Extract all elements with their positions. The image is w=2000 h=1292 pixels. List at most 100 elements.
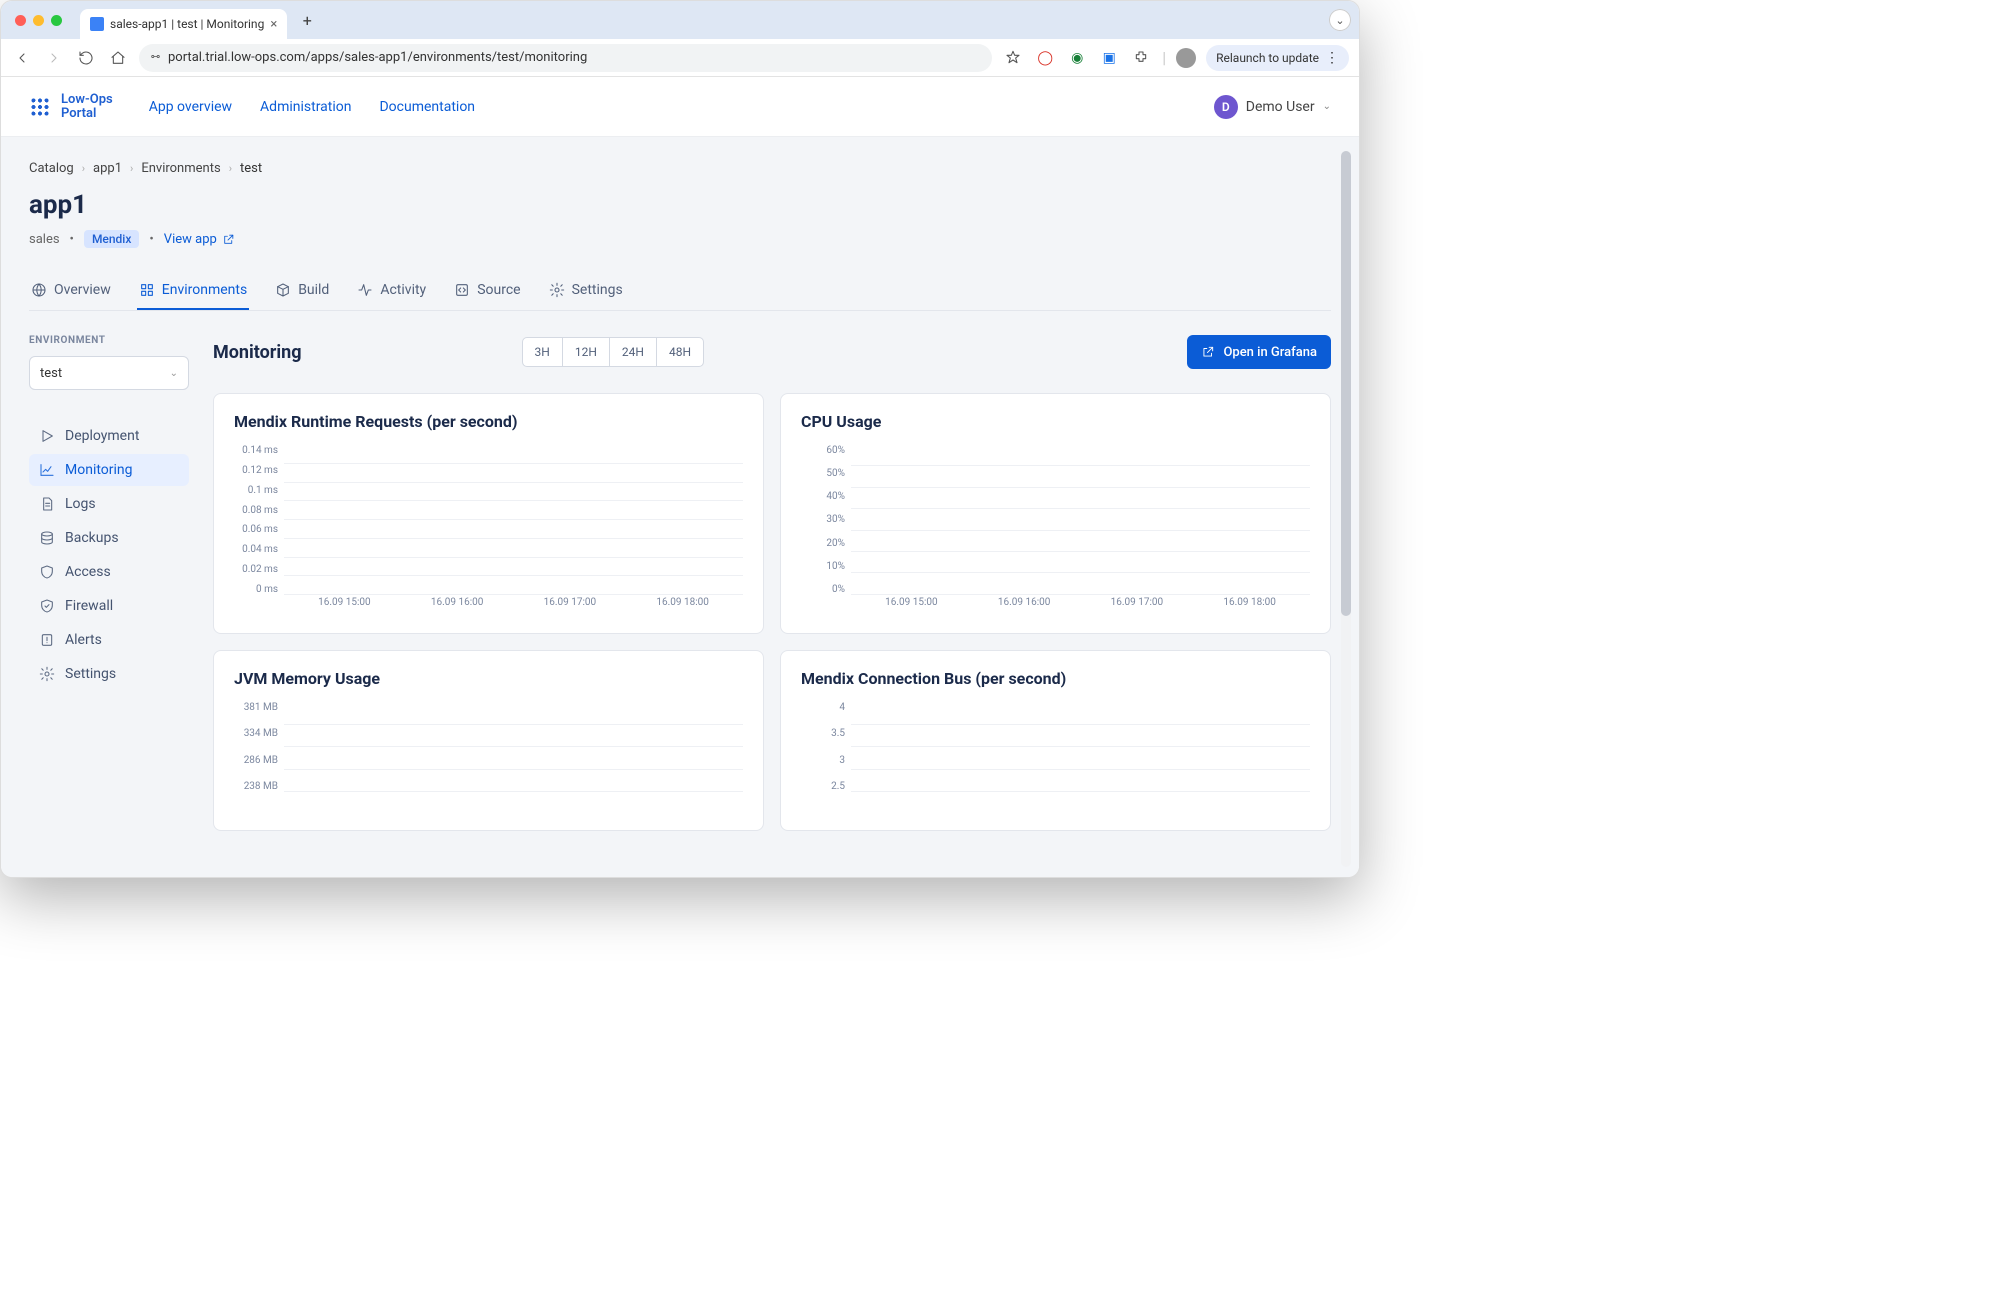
sidebar-item-monitoring[interactable]: Monitoring bbox=[29, 454, 189, 486]
tab-environments[interactable]: Environments bbox=[137, 272, 249, 310]
site-info-icon[interactable] bbox=[149, 50, 162, 66]
tab-overflow-button[interactable]: ⌄ bbox=[1329, 9, 1351, 31]
range-12h[interactable]: 12H bbox=[562, 337, 610, 367]
crumb-catalog[interactable]: Catalog bbox=[29, 161, 74, 176]
browser-tab-title: sales-app1 | test | Monitoring bbox=[110, 17, 264, 31]
sidebar-item-backups[interactable]: Backups bbox=[29, 522, 189, 554]
relaunch-label: Relaunch to update bbox=[1216, 51, 1319, 65]
tab-settings[interactable]: Settings bbox=[547, 272, 625, 310]
extension-icon[interactable]: ◉ bbox=[1066, 47, 1088, 69]
chart-title: JVM Memory Usage bbox=[234, 669, 743, 688]
user-menu[interactable]: D Demo User ⌄ bbox=[1214, 95, 1331, 119]
new-tab-button[interactable]: + bbox=[295, 8, 319, 32]
chart-area: 43.532.5 bbox=[801, 702, 1310, 812]
tab-build[interactable]: Build bbox=[273, 272, 331, 310]
section-title: Monitoring bbox=[213, 342, 302, 363]
chart-title: Mendix Runtime Requests (per second) bbox=[234, 412, 743, 431]
x-axis bbox=[851, 794, 1310, 812]
tab-source[interactable]: Source bbox=[452, 272, 522, 310]
chart-card-jvm: JVM Memory Usage 381 MB334 MB286 MB238 M… bbox=[213, 650, 764, 831]
address-bar[interactable]: portal.trial.low-ops.com/apps/sales-app1… bbox=[139, 44, 992, 72]
relaunch-button[interactable]: Relaunch to update ⋮ bbox=[1206, 45, 1349, 71]
sidebar-item-firewall[interactable]: Firewall bbox=[29, 590, 189, 622]
extension-icon[interactable]: ◯ bbox=[1034, 47, 1056, 69]
close-window-icon[interactable] bbox=[15, 15, 26, 26]
chart-area: 0.14 ms0.12 ms0.1 ms0.08 ms0.06 ms0.04 m… bbox=[234, 445, 743, 615]
forward-button[interactable] bbox=[43, 47, 65, 69]
url-text: portal.trial.low-ops.com/apps/sales-app1… bbox=[168, 50, 587, 65]
chevron-down-icon: ⌄ bbox=[1323, 101, 1331, 112]
brand-text: Low-OpsPortal bbox=[61, 93, 113, 120]
cube-icon bbox=[275, 282, 291, 298]
chart-bars bbox=[284, 702, 743, 792]
maximize-window-icon[interactable] bbox=[51, 15, 62, 26]
profile-avatar-icon[interactable] bbox=[1176, 48, 1196, 68]
chart-title: Mendix Connection Bus (per second) bbox=[801, 669, 1310, 688]
crumb-app[interactable]: app1 bbox=[93, 161, 122, 176]
extensions-button[interactable] bbox=[1130, 47, 1152, 69]
x-axis: 16.09 15:0016.09 16:0016.09 17:0016.09 1… bbox=[851, 597, 1310, 615]
range-3h[interactable]: 3H bbox=[522, 337, 563, 367]
gear-icon bbox=[549, 282, 565, 298]
view-app-link[interactable]: View app bbox=[164, 232, 235, 247]
nav-documentation[interactable]: Documentation bbox=[379, 99, 475, 115]
chart-title: CPU Usage bbox=[801, 412, 1310, 431]
sidebar-nav: Deployment Monitoring Logs Backups bbox=[29, 420, 189, 690]
env-selected: test bbox=[40, 366, 62, 381]
chevron-down-icon: ⌄ bbox=[170, 368, 178, 379]
browser-tab[interactable]: sales-app1 | test | Monitoring × bbox=[80, 9, 287, 39]
bookmark-icon[interactable] bbox=[1002, 47, 1024, 69]
chart-area: 381 MB334 MB286 MB238 MB bbox=[234, 702, 743, 812]
reload-button[interactable] bbox=[75, 47, 97, 69]
nav-administration[interactable]: Administration bbox=[260, 99, 351, 115]
page-subline: sales • Mendix • View app bbox=[29, 230, 1331, 248]
globe-icon bbox=[31, 282, 47, 298]
x-axis: 16.09 15:0016.09 16:0016.09 17:0016.09 1… bbox=[284, 597, 743, 615]
sidebar-item-deployment[interactable]: Deployment bbox=[29, 420, 189, 452]
browser-tabbar: sales-app1 | test | Monitoring × + ⌄ bbox=[1, 1, 1359, 39]
play-icon bbox=[39, 428, 55, 444]
external-link-icon bbox=[222, 233, 235, 246]
back-button[interactable] bbox=[11, 47, 33, 69]
range-48h[interactable]: 48H bbox=[656, 337, 704, 367]
environment-select[interactable]: test ⌄ bbox=[29, 356, 189, 390]
open-grafana-button[interactable]: Open in Grafana bbox=[1187, 335, 1331, 369]
y-axis: 0.14 ms0.12 ms0.1 ms0.08 ms0.06 ms0.04 m… bbox=[234, 445, 284, 595]
gear-icon bbox=[39, 666, 55, 682]
chart-bars bbox=[851, 702, 1310, 792]
y-axis: 43.532.5 bbox=[801, 702, 851, 792]
crumb-test[interactable]: test bbox=[240, 161, 262, 176]
x-axis bbox=[284, 794, 743, 812]
tech-badge[interactable]: Mendix bbox=[84, 230, 139, 248]
menu-icon[interactable]: ⋮ bbox=[1325, 50, 1339, 66]
chart-card-bus: Mendix Connection Bus (per second) 43.53… bbox=[780, 650, 1331, 831]
tab-close-icon[interactable]: × bbox=[270, 17, 277, 32]
extension-icon[interactable]: ▣ bbox=[1098, 47, 1120, 69]
crumb-env[interactable]: Environments bbox=[141, 161, 220, 176]
chart-card-requests: Mendix Runtime Requests (per second) 0.1… bbox=[213, 393, 764, 634]
code-icon bbox=[454, 282, 470, 298]
chevron-right-icon: › bbox=[229, 162, 232, 175]
top-nav: Low-OpsPortal App overview Administratio… bbox=[1, 77, 1359, 137]
home-button[interactable] bbox=[107, 47, 129, 69]
brand-logo-icon bbox=[29, 96, 51, 118]
sidebar-item-alerts[interactable]: Alerts bbox=[29, 624, 189, 656]
user-avatar: D bbox=[1214, 95, 1238, 119]
traffic-lights bbox=[15, 15, 62, 26]
time-range-group: 3H 12H 24H 48H bbox=[522, 337, 705, 367]
sidebar-item-settings[interactable]: Settings bbox=[29, 658, 189, 690]
sidebar-item-access[interactable]: Access bbox=[29, 556, 189, 588]
user-name: Demo User bbox=[1246, 99, 1315, 115]
sidebar-item-logs[interactable]: Logs bbox=[29, 488, 189, 520]
breadcrumb: Catalog › app1 › Environments › test bbox=[29, 161, 1331, 176]
tab-activity[interactable]: Activity bbox=[355, 272, 428, 310]
external-link-icon bbox=[1201, 345, 1215, 359]
range-24h[interactable]: 24H bbox=[609, 337, 657, 367]
nav-app-overview[interactable]: App overview bbox=[149, 99, 232, 115]
scrollbar[interactable] bbox=[1341, 151, 1351, 867]
brand[interactable]: Low-OpsPortal bbox=[29, 93, 113, 120]
tab-overview[interactable]: Overview bbox=[29, 272, 113, 310]
minimize-window-icon[interactable] bbox=[33, 15, 44, 26]
tab-favicon-icon bbox=[90, 17, 104, 31]
shield-check-icon bbox=[39, 598, 55, 614]
